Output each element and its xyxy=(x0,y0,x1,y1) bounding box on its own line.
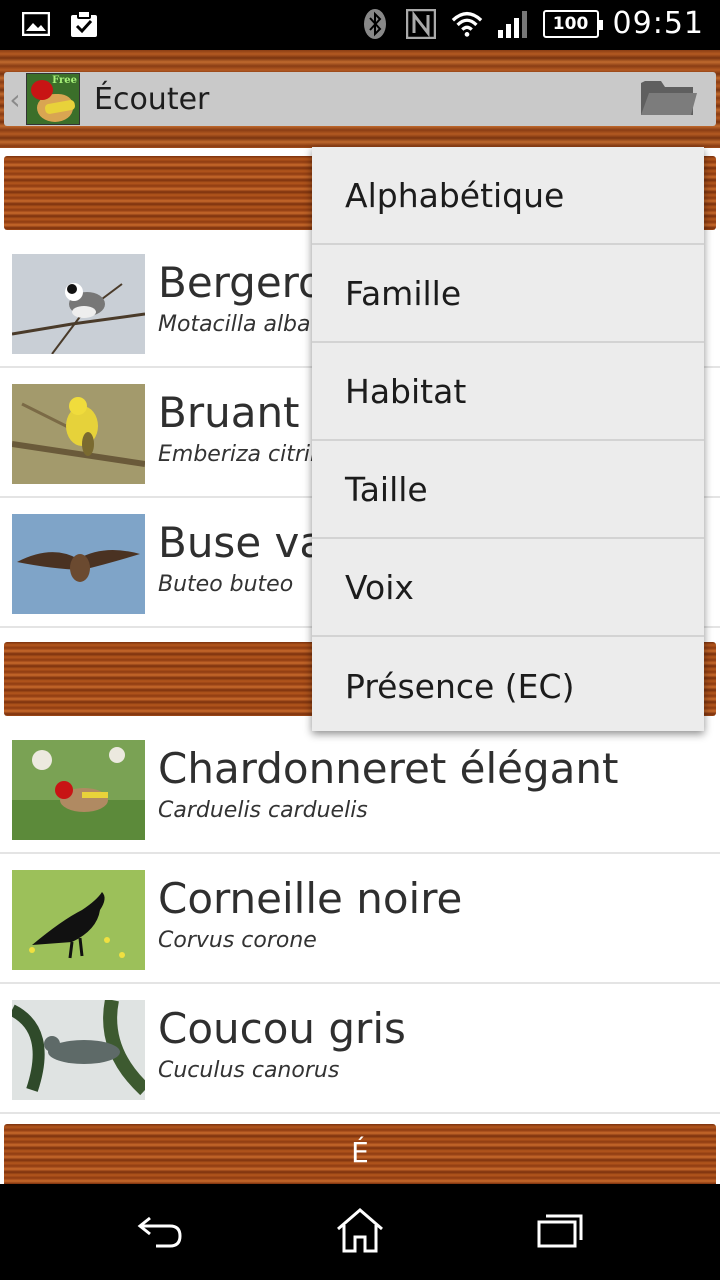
up-caret-icon[interactable]: ‹ xyxy=(4,83,26,116)
action-bar-home[interactable]: ‹ Free Écouter xyxy=(4,72,716,126)
bird-photo xyxy=(12,514,145,614)
nfc-icon xyxy=(405,8,437,40)
bird-latin-name: Corvus corone xyxy=(158,928,317,953)
folder-icon xyxy=(639,75,699,123)
bird-photo xyxy=(12,384,145,484)
bluetooth-icon xyxy=(359,8,391,40)
navigation-bar xyxy=(0,1184,720,1280)
bird-name: Chardonneret élégant xyxy=(158,744,619,793)
app-logo-icon: Free xyxy=(26,73,80,125)
back-button[interactable] xyxy=(135,1208,185,1256)
list-item-chardonneret[interactable]: Chardonneret élégant Carduelis carduelis xyxy=(0,724,720,854)
page-title: Écouter xyxy=(94,81,210,117)
clipboard-check-icon xyxy=(68,8,100,40)
bird-photo xyxy=(12,254,145,354)
sort-presence[interactable]: Présence (EC) xyxy=(312,637,704,735)
sort-alphabetique[interactable]: Alphabétique xyxy=(312,147,704,245)
bird-name: Corneille noire xyxy=(158,874,463,923)
bird-photo xyxy=(12,1000,145,1100)
bird-latin-name: Motacilla alba xyxy=(158,312,311,337)
app-logo-badge: Free xyxy=(52,75,77,86)
bird-latin-name: Cuculus canorus xyxy=(158,1058,340,1083)
bird-photo xyxy=(12,870,145,970)
list-item-coucou[interactable]: Coucou gris Cuculus canorus xyxy=(0,984,720,1114)
list-item-corneille[interactable]: Corneille noire Corvus corone xyxy=(0,854,720,984)
folder-button[interactable] xyxy=(636,76,702,122)
sort-menu: Alphabétique Famille Habitat Taille Voix… xyxy=(312,147,704,731)
bird-latin-name: Carduelis carduelis xyxy=(158,798,368,823)
battery-icon: 100 xyxy=(542,9,603,38)
app-screen: 100 09:51 ‹ Free Écouter Bergeronnette M… xyxy=(0,0,720,1280)
sort-voix[interactable]: Voix xyxy=(312,539,704,637)
bird-name: Coucou gris xyxy=(158,1004,406,1053)
home-button[interactable] xyxy=(335,1208,385,1256)
bird-latin-name: Buteo buteo xyxy=(158,572,294,597)
signal-icon xyxy=(497,8,529,40)
recents-icon xyxy=(536,1210,584,1254)
battery-level: 100 xyxy=(552,13,589,34)
action-bar: ‹ Free Écouter xyxy=(0,50,720,148)
sort-habitat[interactable]: Habitat xyxy=(312,343,704,441)
back-icon xyxy=(136,1210,184,1254)
image-icon xyxy=(20,8,52,40)
home-icon xyxy=(335,1207,385,1257)
bird-photo xyxy=(12,740,145,840)
sort-taille[interactable]: Taille xyxy=(312,441,704,539)
sort-famille[interactable]: Famille xyxy=(312,245,704,343)
status-bar: 100 09:51 xyxy=(0,0,720,50)
clock: 09:51 xyxy=(612,6,704,41)
recents-button[interactable] xyxy=(535,1208,585,1256)
wifi-icon xyxy=(451,8,483,40)
